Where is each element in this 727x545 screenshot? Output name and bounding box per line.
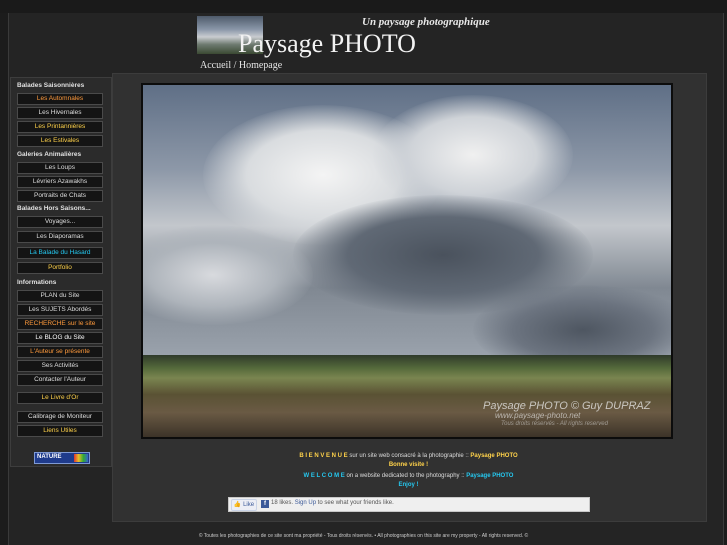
welcome-en: W E L C O M E on a website dedicated to … (112, 473, 705, 479)
nav-le-blog-du-site[interactable]: Le BLOG du Site (17, 332, 103, 344)
facebook-like-bar: 👍 Like f 18 likes. Sign Up to see what y… (228, 497, 590, 512)
welcome-fr-goodbye: Bonne visite ! (388, 462, 429, 468)
nav-plan-du-site[interactable]: PLAN du Site (17, 290, 103, 302)
section-title-informations: Informations (17, 279, 57, 286)
nav-les-automnales[interactable]: Les Automnales (17, 93, 103, 105)
welcome-en-prefix: W E L C O M E (303, 473, 345, 479)
section-title-galeries-animalieres: Galeries Animalières (17, 151, 82, 158)
nav-voyages[interactable]: Voyages... (17, 216, 103, 228)
nav-les-printannieres[interactable]: Les Printannières (17, 121, 103, 133)
welcome-en-site[interactable]: Paysage PHOTO (466, 473, 513, 479)
nav-contacter-auteur[interactable]: Contacter l'Auteur (17, 374, 103, 386)
nav-calibrage-de-moniteur[interactable]: Calibrage de Moniteur (17, 411, 103, 423)
nature-badge-icon (74, 454, 88, 462)
nav-levriers-azawakhs[interactable]: Lévriers Azawakhs (17, 176, 103, 188)
welcome-fr: B I E N V E N U E sur un site web consac… (112, 453, 705, 459)
nav-auteur-se-presente[interactable]: L'Auteur se présente (17, 346, 103, 358)
facebook-like-button[interactable]: 👍 Like (231, 499, 257, 511)
nav-ses-activites[interactable]: Ses Activités (17, 360, 103, 372)
welcome-fr-site[interactable]: Paysage PHOTO (470, 453, 517, 459)
sidebar-menu: Balades Saisonnières Les Automnales Les … (10, 77, 112, 467)
nav-les-diaporamas[interactable]: Les Diaporamas (17, 231, 103, 243)
facebook-icon: f (261, 500, 269, 508)
site-title[interactable]: Paysage PHOTO (238, 29, 416, 59)
nav-les-hivernales[interactable]: Les Hivernales (17, 107, 103, 119)
welcome-fr-prefix: B I E N V E N U E (299, 453, 348, 459)
nav-les-estivales[interactable]: Les Estivales (17, 135, 103, 147)
landscape-photo[interactable]: Paysage PHOTO © Guy DUPRAZ www.paysage-p… (143, 85, 671, 437)
facebook-like-count: 18 likes. (271, 500, 294, 506)
nature-badge-label: NATURE (37, 454, 62, 460)
site-tagline: Un paysage photographique (362, 16, 490, 28)
nav-les-loups[interactable]: Les Loups (17, 162, 103, 174)
nav-les-sujets-abordes[interactable]: Les SUJETS Abordés (17, 304, 103, 316)
welcome-en-text: on a website dedicated to the photograph… (344, 473, 467, 479)
section-title-balades-saisonnieres: Balades Saisonnières (17, 82, 85, 89)
welcome-en-goodbye: Enjoy ! (398, 482, 419, 488)
facebook-signup-link[interactable]: Sign Up (295, 500, 316, 506)
facebook-like-label: Like (243, 502, 255, 508)
nav-le-livre-d-or[interactable]: Le Livre d'Or (17, 392, 103, 404)
photo-watermark-rights: Tous droits réservés - All rights reserv… (501, 421, 608, 427)
nav-portraits-de-chats[interactable]: Portraits de Chats (17, 190, 103, 202)
welcome-fr-text: sur un site web consacré à la photograph… (347, 453, 471, 459)
top-bar (0, 0, 727, 13)
section-title-balades-hors-saisons: Balades Hors Saisons... (17, 205, 91, 212)
nature-badge[interactable]: NATURE (34, 452, 90, 464)
breadcrumb[interactable]: Accueil / Homepage (200, 60, 282, 71)
nav-portfolio[interactable]: Portfolio (17, 262, 103, 274)
nav-liens-utiles[interactable]: Liens Utiles (17, 425, 103, 437)
nav-la-balade-du-hasard[interactable]: La Balade du Hasard (17, 247, 103, 259)
photo-watermark-url: www.paysage-photo.net (495, 411, 581, 420)
facebook-like-suffix: to see what your friends like. (316, 500, 394, 506)
copyright-footer: © Toutes les photographies de ce site so… (198, 533, 529, 539)
nav-recherche[interactable]: RECHERCHE sur le site (17, 318, 103, 330)
facebook-like-text: 18 likes. Sign Up to see what your frien… (271, 500, 394, 506)
